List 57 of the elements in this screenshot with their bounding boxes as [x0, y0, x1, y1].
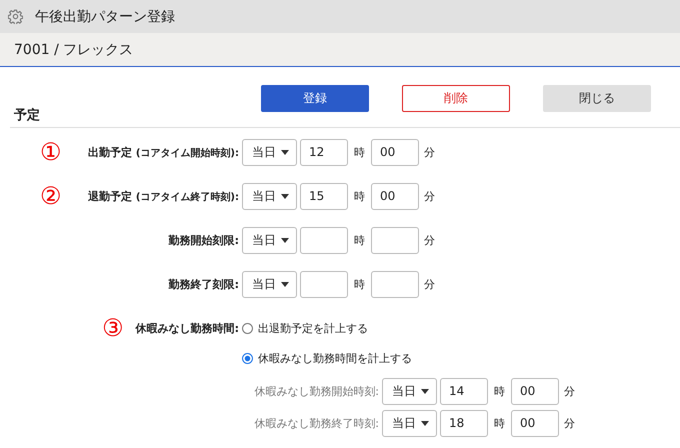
action-button[interactable]: 閉じる [543, 85, 651, 112]
caret-icon [421, 420, 429, 426]
hour-field[interactable] [300, 226, 348, 254]
minute-unit: 分 [424, 276, 435, 292]
day-select[interactable]: 当日 [382, 410, 437, 436]
field-label: 休暇みなし勤務終了時刻: [253, 416, 380, 430]
minute-field[interactable]: 00 [511, 378, 559, 404]
field-label: 休暇みなし勤務開始時刻: [253, 384, 380, 398]
minute-unit: 分 [424, 232, 435, 248]
minute-field[interactable]: 00 [371, 182, 419, 210]
minute-field[interactable] [371, 270, 419, 298]
circled-number: ① [40, 140, 62, 164]
action-button[interactable]: 削除 [402, 85, 510, 112]
minute-field[interactable]: 00 [371, 138, 419, 166]
hour-unit: 時 [493, 416, 506, 430]
option-label[interactable]: 休暇みなし勤務時間を計上する [258, 350, 412, 366]
minute-unit: 分 [564, 416, 575, 430]
action-button[interactable]: 登録 [261, 85, 369, 112]
caret-icon [421, 388, 429, 394]
day-select[interactable]: 当日 [242, 270, 297, 298]
hour-field[interactable]: 14 [440, 378, 488, 404]
settings-icon[interactable] [8, 9, 23, 24]
hour-field[interactable]: 12 [300, 138, 348, 166]
caret-icon [281, 282, 289, 286]
day-select[interactable]: 当日 [242, 182, 297, 210]
caret-icon [281, 150, 289, 154]
hour-unit: 時 [353, 188, 366, 204]
section-title: 予定 [14, 108, 40, 123]
caret-icon [281, 238, 289, 242]
minute-field[interactable]: 00 [511, 410, 559, 436]
day-select[interactable]: 当日 [242, 226, 297, 254]
circled-number: ③ [102, 316, 124, 340]
minute-unit: 分 [424, 188, 435, 204]
caret-icon [281, 194, 289, 198]
hour-unit: 時 [353, 232, 366, 248]
circled-number: ② [40, 184, 62, 208]
day-select[interactable]: 当日 [382, 378, 437, 404]
hour-field[interactable]: 15 [300, 182, 348, 210]
field-label: 勤務終了刻限: [168, 276, 239, 292]
minute-unit: 分 [564, 384, 575, 398]
field-label: 休暇みなし勤務時間: [136, 320, 239, 336]
field-label: 出勤予定 (コアタイム開始時刻): [88, 144, 239, 160]
hour-unit: 時 [353, 276, 366, 292]
day-select[interactable]: 当日 [242, 138, 297, 166]
minute-unit: 分 [424, 144, 435, 160]
hour-unit: 時 [353, 144, 366, 160]
option-label[interactable]: 出退勤予定を計上する [258, 320, 368, 336]
hour-unit: 時 [493, 384, 506, 398]
window-title: 午後出勤パターン登録 [35, 8, 175, 26]
hour-field[interactable]: 18 [440, 410, 488, 436]
radio-button[interactable] [242, 352, 253, 364]
hour-field[interactable] [300, 270, 348, 298]
minute-field[interactable] [371, 226, 419, 254]
field-label: 勤務開始刻限: [168, 232, 239, 248]
field-label: 退勤予定 (コアタイム終了時刻): [88, 188, 239, 204]
radio-button[interactable] [242, 322, 253, 334]
page-title: 7001 / フレックス [14, 40, 134, 58]
